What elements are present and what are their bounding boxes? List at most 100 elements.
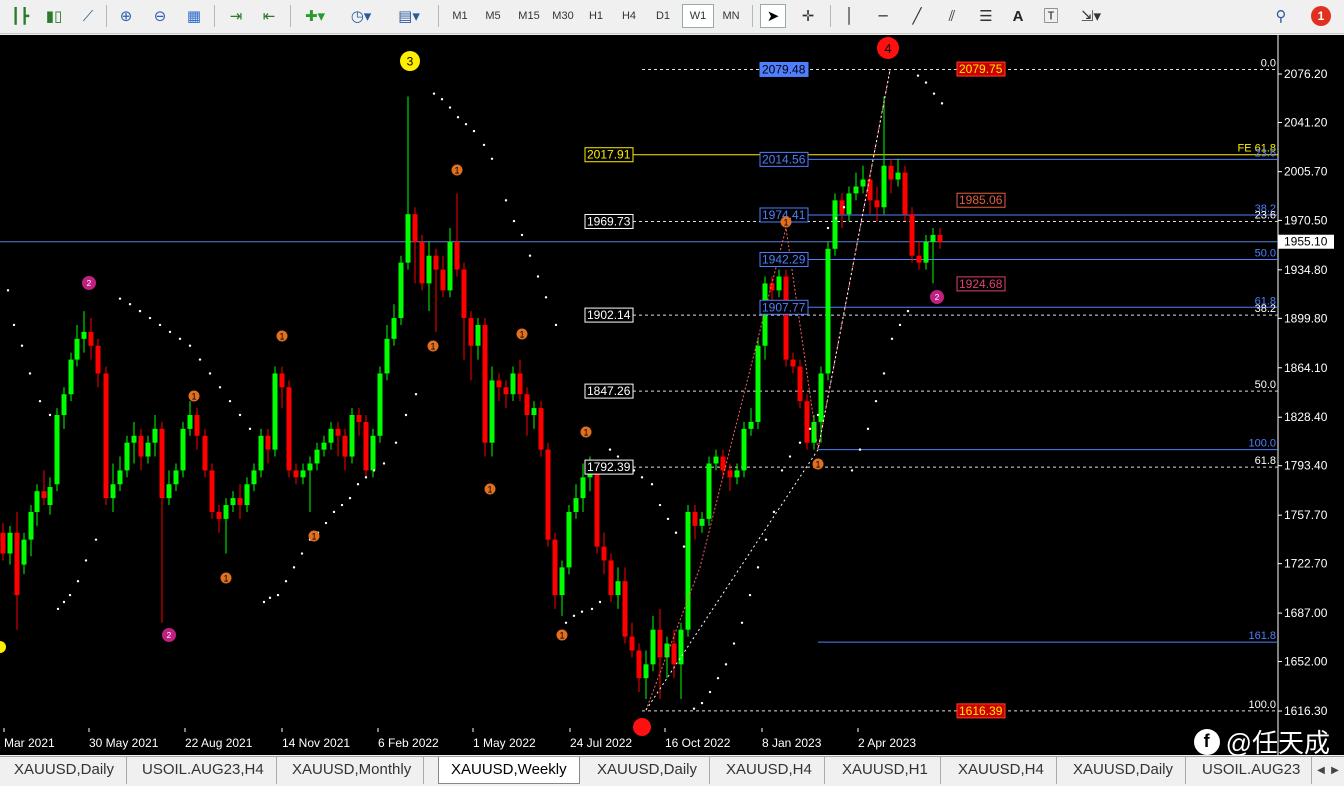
sar-dot [364, 476, 368, 479]
tile-windows-icon[interactable]: ▦ [182, 4, 206, 28]
candle-body [671, 643, 677, 665]
candle-body [307, 463, 313, 471]
text-label-icon[interactable]: 🅃 [1038, 4, 1064, 28]
candle-body [685, 511, 691, 630]
text-icon[interactable]: A [1006, 4, 1030, 28]
candle-body [419, 241, 425, 284]
tab-scroll-left-icon[interactable]: ◀ [1314, 761, 1328, 779]
candle-body [804, 401, 810, 443]
candle-body [888, 165, 894, 180]
candle-body [748, 421, 754, 429]
sar-dot [764, 538, 768, 541]
timeframe-w1-button[interactable]: W1 [682, 4, 714, 28]
search-icon[interactable]: ⚲ [1268, 4, 1294, 28]
fibonacci-icon[interactable]: ☰ [972, 4, 1000, 28]
time-axis-label: 16 Oct 2022 [665, 736, 731, 750]
candle-body [608, 560, 614, 596]
indicators-icon[interactable]: ✚▾ [298, 4, 332, 28]
candle-body [881, 165, 887, 208]
sar-dot [674, 531, 678, 534]
candle-body [720, 456, 726, 471]
fib-level-label: 100.0 [1248, 699, 1276, 711]
crosshair-icon[interactable]: ✛ [794, 4, 822, 28]
auto-scroll-icon[interactable]: ⇥ [224, 4, 248, 28]
price-label: 1907.77 [762, 300, 806, 314]
candle-body [538, 408, 544, 450]
timeframe-d1-button[interactable]: D1 [648, 4, 678, 28]
chart-shift-icon[interactable]: ⇤ [256, 4, 282, 28]
price-label: 1902.14 [587, 308, 631, 322]
price-axis-label: 1828.40 [1284, 410, 1328, 424]
candle-body [223, 505, 229, 519]
zoom-out-icon[interactable]: ⊖ [148, 4, 172, 28]
timeframe-m1-button[interactable]: M1 [446, 4, 474, 28]
candle-body [209, 470, 215, 512]
sar-dot [94, 538, 98, 541]
sar-dot [48, 413, 52, 417]
wave-label-left-circle [0, 641, 6, 653]
candle-body [580, 477, 586, 499]
chart-tab[interactable]: USOIL.AUG23 [1190, 757, 1312, 784]
timeframe-h1-button[interactable]: H1 [582, 4, 610, 28]
sar-dot [906, 309, 910, 313]
chart-tab[interactable]: XAUUSD,Monthly [280, 757, 425, 784]
chart-tab[interactable]: XAUUSD,Daily [2, 757, 128, 784]
price-label: 2014.56 [762, 152, 806, 166]
candle-body [370, 435, 376, 471]
fib-level-label: 23.6 [1255, 209, 1276, 221]
timeframe-m5-button[interactable]: M5 [478, 4, 508, 28]
timeframe-m15-button[interactable]: M15 [512, 4, 546, 28]
templates-icon[interactable]: ▤▾ [390, 4, 428, 28]
candlestick-chart-icon[interactable]: ▮▯ [42, 4, 66, 28]
sar-dot [816, 413, 820, 417]
sar-dot [414, 393, 418, 396]
timeframe-h4-button[interactable]: H4 [614, 4, 644, 28]
chart-tab[interactable]: XAUUSD,Daily [585, 757, 711, 784]
tab-scroll-right-icon[interactable]: ▶ [1328, 761, 1342, 779]
zoom-in-icon[interactable]: ⊕ [114, 4, 138, 28]
chart-tab[interactable]: USOIL.AUG23,H4 [130, 757, 277, 784]
timeframe-mn-button[interactable]: MN [716, 4, 746, 28]
candle-body [874, 200, 880, 208]
candle-body [461, 269, 467, 319]
bar-chart-icon[interactable]: ┃┣ [8, 4, 32, 28]
candle-body [286, 387, 292, 471]
periods-clock-icon[interactable]: ◷▾ [342, 4, 380, 28]
candle-body [88, 331, 94, 346]
horizontal-line-icon[interactable]: ─ [868, 4, 898, 28]
candle-body [433, 255, 439, 270]
notifications-icon[interactable]: 1 [1304, 4, 1338, 28]
vertical-line-icon[interactable]: │ [838, 4, 860, 28]
candle-body [293, 470, 299, 478]
small-wave-label: 1 [519, 330, 524, 340]
chart-tab-active[interactable]: XAUUSD,Weekly [438, 757, 580, 784]
trendline-icon[interactable]: ╱ [904, 4, 930, 28]
candle-body [398, 262, 404, 319]
candle-body [650, 629, 656, 665]
chart-tab[interactable]: XAUUSD,H4 [714, 757, 825, 784]
time-axis-label: Mar 2021 [4, 736, 55, 750]
candle-body [531, 408, 537, 416]
chart-tab[interactable]: XAUUSD,H1 [830, 757, 941, 784]
sar-dot [834, 217, 838, 220]
candle-body [391, 318, 397, 339]
sar-dot [158, 323, 162, 327]
chart-tab[interactable]: XAUUSD,H4 [946, 757, 1057, 784]
sar-dot [608, 448, 612, 451]
cursor-icon[interactable]: ➤ [760, 4, 786, 28]
small-wave-label: 1 [583, 428, 588, 438]
sar-dot [528, 254, 532, 257]
candle-body [279, 373, 285, 388]
time-axis-label: 24 Jul 2022 [570, 736, 632, 750]
candle-body [145, 442, 151, 457]
timeframe-m30-button[interactable]: M30 [547, 4, 579, 28]
candle-body [496, 380, 502, 388]
chart-canvas[interactable]: 2076.20 2041.20 2005.70 1970.50 1934.80 1899.… [0, 35, 1344, 755]
chart-tab[interactable]: XAUUSD,Daily [1061, 757, 1187, 784]
price-axis-label: 1864.10 [1284, 361, 1328, 375]
arrows-icon[interactable]: ⇲▾ [1072, 4, 1110, 28]
channels-icon[interactable]: ⫽ [938, 4, 966, 28]
price-axis-label: 2076.20 [1284, 67, 1328, 81]
price-chart[interactable]: 2076.20 2041.20 2005.70 1970.50 1934.80 1899.… [0, 35, 1344, 755]
line-chart-icon[interactable]: ⟋ [76, 4, 100, 28]
